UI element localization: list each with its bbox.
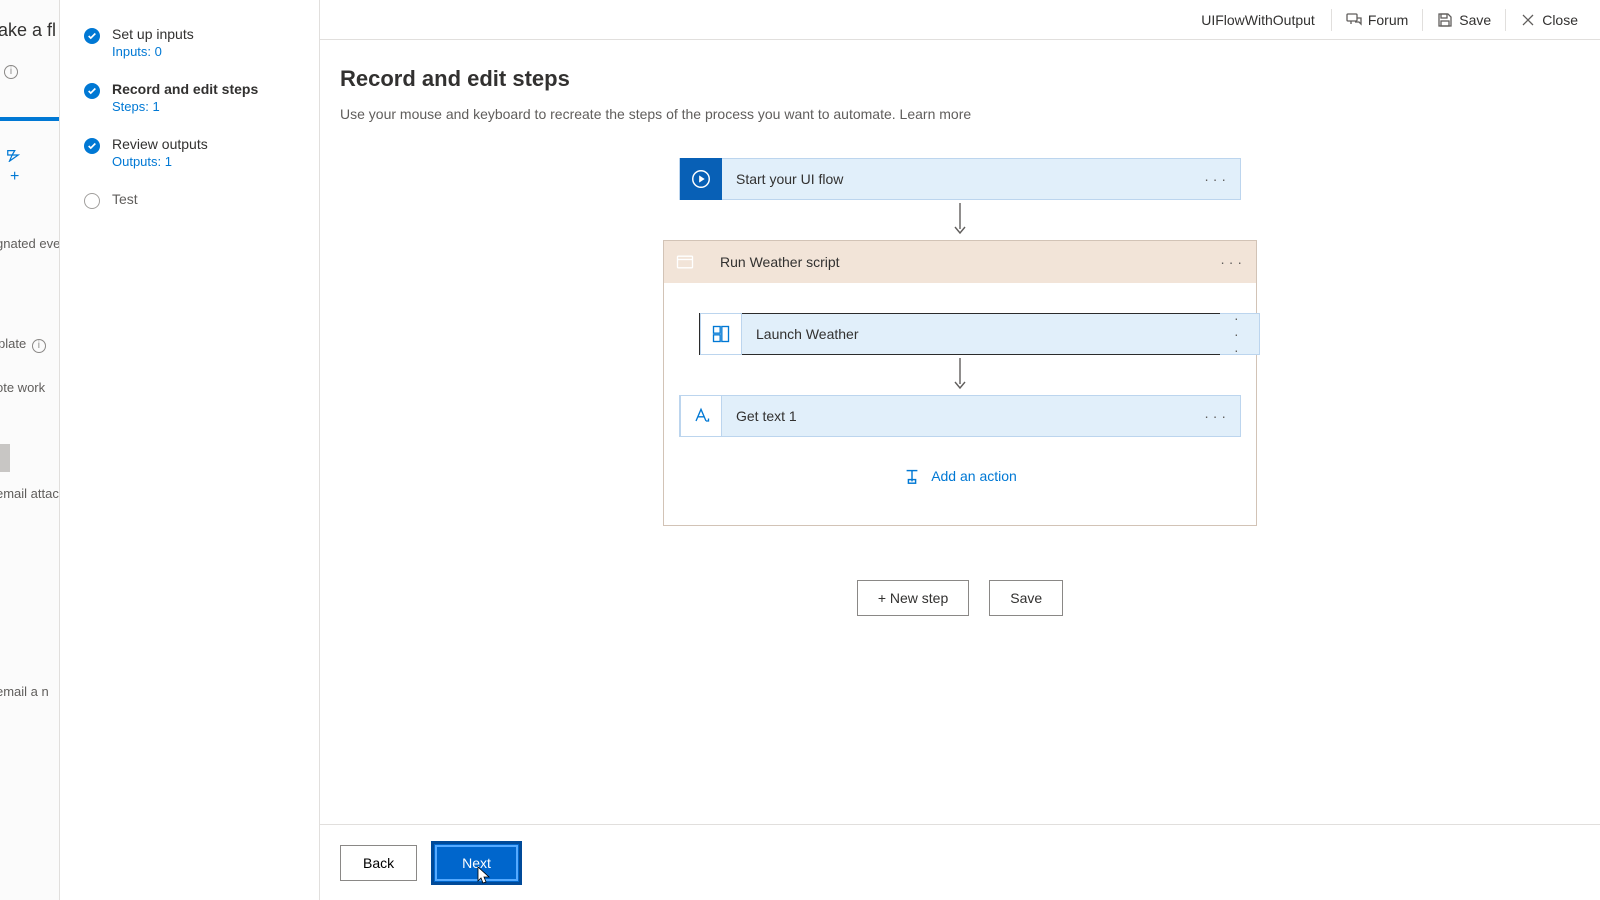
wizard-steps-sidebar: Set up inputs Inputs: 0 Record and edit … <box>60 0 320 900</box>
more-icon[interactable]: · · · <box>1190 171 1240 187</box>
script-icon <box>664 241 706 283</box>
step-title: Review outputs <box>112 136 208 152</box>
script-card-title: Run Weather script <box>706 254 1206 270</box>
forum-button[interactable]: Forum <box>1336 6 1418 34</box>
bg-title-fragment: ake a fl <box>0 20 56 41</box>
card-title: Start your UI flow <box>722 171 1190 187</box>
add-action-label: Add an action <box>931 468 1017 484</box>
chat-icon <box>1346 12 1362 28</box>
save-button-top[interactable]: Save <box>1427 6 1501 34</box>
canvas-buttons: + New step Save <box>857 580 1063 616</box>
save-icon <box>1437 12 1453 28</box>
content-area: Record and edit steps Use your mouse and… <box>320 40 1600 824</box>
back-button[interactable]: Back <box>340 845 417 881</box>
cursor-icon <box>477 866 491 884</box>
bg-blue-underline <box>0 117 60 121</box>
bg-frag-designated: gnated even <box>0 236 60 251</box>
step-record-edit[interactable]: Record and edit steps Steps: 1 <box>84 81 299 114</box>
save-label: Save <box>1459 12 1491 28</box>
text-icon <box>680 395 722 437</box>
more-icon[interactable]: · · · <box>1220 313 1260 355</box>
forum-label: Forum <box>1368 12 1408 28</box>
check-icon <box>84 83 100 99</box>
app-window-icon <box>700 313 742 355</box>
add-action-button[interactable]: Add an action <box>903 467 1017 485</box>
close-icon <box>1520 12 1536 28</box>
main-panel: UIFlowWithOutput Forum Save Close Record… <box>320 0 1600 900</box>
step-subtitle: Steps: 1 <box>112 99 258 114</box>
run-weather-script-card[interactable]: Run Weather script · · · Launch Weather … <box>663 240 1257 526</box>
step-title: Record and edit steps <box>112 81 258 97</box>
check-icon <box>84 138 100 154</box>
bg-frag-email1: email attac <box>0 486 59 501</box>
separator <box>1331 9 1332 31</box>
action-title: Launch Weather <box>742 326 1220 342</box>
action-title: Get text 1 <box>722 408 1190 424</box>
bg-frag-remote: ote work <box>0 380 45 395</box>
more-icon[interactable]: · · · <box>1190 408 1240 424</box>
page-heading: Record and edit steps <box>340 66 1580 92</box>
script-card-header[interactable]: Run Weather script · · · <box>664 241 1256 283</box>
save-button-canvas[interactable]: Save <box>989 580 1063 616</box>
step-title: Test <box>112 191 138 207</box>
check-icon <box>84 28 100 44</box>
close-label: Close <box>1542 12 1578 28</box>
start-uiflow-card[interactable]: Start your UI flow · · · <box>679 158 1241 200</box>
new-step-button[interactable]: + New step <box>857 580 969 616</box>
top-bar: UIFlowWithOutput Forum Save Close <box>320 0 1600 40</box>
separator <box>1505 9 1506 31</box>
wizard-footer: Back Next <box>320 824 1600 900</box>
plus-icon: + <box>10 168 19 186</box>
page-description: Use your mouse and keyboard to recreate … <box>340 106 1580 122</box>
more-icon[interactable]: · · · <box>1206 254 1256 270</box>
background-left-strip: ake a fl i + gnated even plate i ote wor… <box>0 0 60 900</box>
separator <box>1422 9 1423 31</box>
step-review-outputs[interactable]: Review outputs Outputs: 1 <box>84 136 299 169</box>
script-card-body: Launch Weather · · · Get text 1 <box>664 283 1256 525</box>
bg-frag-email2: email a n <box>0 684 49 699</box>
get-text-action[interactable]: Get text 1 · · · <box>679 395 1241 437</box>
step-title: Set up inputs <box>112 26 194 42</box>
arrow-connector <box>953 355 967 395</box>
bg-frag-template: plate i <box>0 336 46 353</box>
bg-gray-box <box>0 444 10 472</box>
learn-more-link[interactable]: Learn more <box>900 106 972 122</box>
flow-name: UIFlowWithOutput <box>1201 12 1315 28</box>
step-subtitle: Outputs: 1 <box>112 154 208 169</box>
step-test[interactable]: Test <box>84 191 299 209</box>
play-record-icon <box>680 158 722 200</box>
close-button[interactable]: Close <box>1510 6 1588 34</box>
info-icon: i <box>4 62 18 79</box>
flow-canvas: Start your UI flow · · · Run Weather scr… <box>340 158 1580 616</box>
add-action-icon <box>903 467 921 485</box>
arrow-connector <box>953 200 967 240</box>
step-subtitle: Inputs: 0 <box>112 44 194 59</box>
next-button[interactable]: Next <box>431 841 522 885</box>
empty-bullet-icon <box>84 193 100 209</box>
step-setup-inputs[interactable]: Set up inputs Inputs: 0 <box>84 26 299 59</box>
launch-weather-action[interactable]: Launch Weather · · · <box>699 313 1221 355</box>
flow-small-icon <box>6 148 20 165</box>
